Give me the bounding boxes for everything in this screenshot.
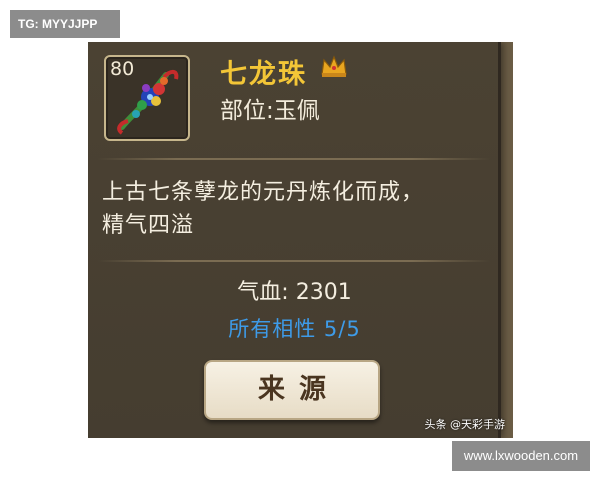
crown-icon xyxy=(321,55,347,77)
item-description: 上古七条孽龙的元丹炼化而成， 精气四溢 xyxy=(102,176,482,242)
divider xyxy=(98,158,490,160)
jeweled-dragon-ornament-icon xyxy=(117,70,179,135)
description-line: 上古七条孽龙的元丹炼化而成， xyxy=(102,180,425,205)
source-button[interactable]: 来源 xyxy=(204,360,380,420)
hp-stat: 气血: 2301 xyxy=(237,280,352,305)
game-screenshot: 80 80 七龙珠 xyxy=(88,42,513,438)
item-tooltip-panel: 80 七龙珠 部位:玉佩 上古七条孽龙的元丹炼化而成， 精气四溢 气血: 230… xyxy=(88,42,501,438)
watermark-bottom: www.lxwooden.com xyxy=(452,441,590,471)
divider xyxy=(98,260,490,262)
source-credit: 头条 @天彩手游 xyxy=(424,418,506,431)
item-slot-label: 部位:玉佩 xyxy=(220,98,320,124)
watermark-top: TG: MYYJJPP xyxy=(10,10,120,38)
item-icon-frame[interactable]: 80 xyxy=(104,55,190,141)
description-line: 精气四溢 xyxy=(102,213,195,238)
affinity-stat: 所有相性 5/5 xyxy=(228,317,361,341)
item-name: 七龙珠 xyxy=(220,59,307,90)
